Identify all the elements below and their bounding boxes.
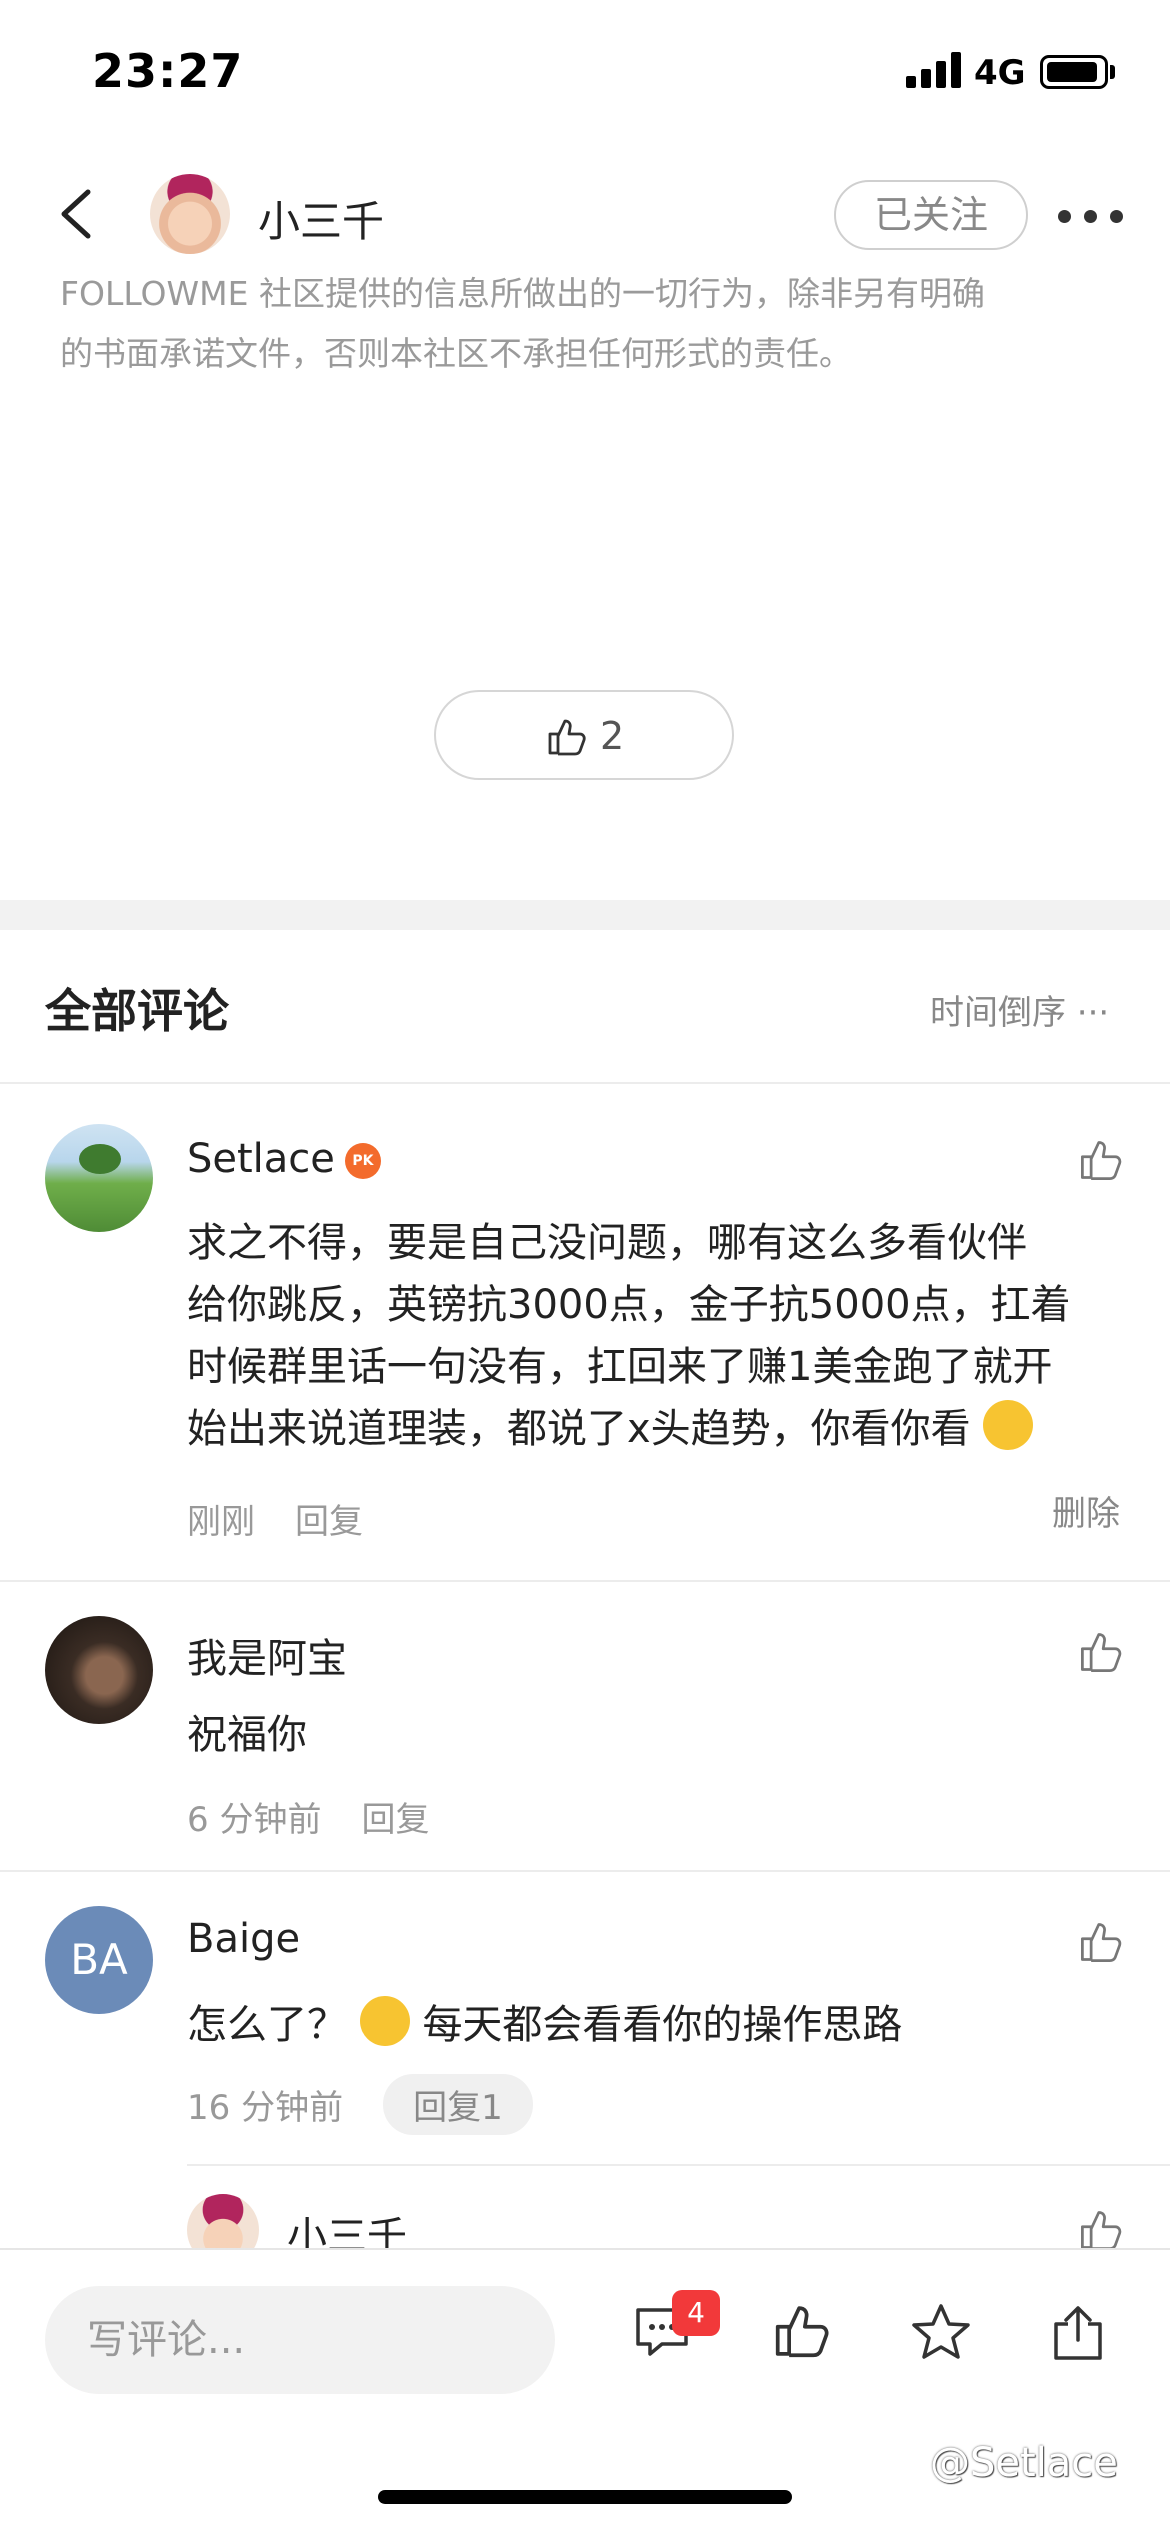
comment-divider	[0, 1870, 1170, 1872]
comment-meta: 16 分钟前 回复1	[187, 2074, 573, 2135]
comment-time: 6 分钟前	[187, 1800, 322, 1840]
share-icon[interactable]	[1050, 2302, 1106, 2362]
post-like-count: 2	[600, 714, 625, 758]
like-icon[interactable]	[772, 2302, 832, 2360]
comment-line: 给你跳反，英镑抗3000点，金子抗5000点，扛着	[187, 1282, 1071, 1328]
disclaimer-line-1: FOLLOWME 社区提供的信息所做出的一切行为，除非另有明确	[60, 274, 985, 313]
header-divider	[0, 1082, 1170, 1084]
comment-time: 16 分钟前	[187, 2088, 344, 2128]
comment-count-badge: 4	[672, 2290, 720, 2336]
favorite-star-icon[interactable]	[910, 2302, 972, 2362]
status-bar: 23:27 4G	[0, 0, 1170, 150]
comment-time: 刚刚	[187, 1502, 255, 1542]
status-time: 23:27	[92, 44, 244, 98]
delete-button[interactable]: 删除	[1052, 1486, 1120, 1535]
comment-body: 祝福你	[187, 1712, 307, 1758]
pk-badge-icon: PK	[344, 1143, 381, 1179]
reply-count-button[interactable]: 回复1	[383, 2074, 533, 2135]
kiss-emoji-icon	[983, 1400, 1034, 1450]
nav-bar: 小三千 已关注	[0, 160, 1170, 270]
commenter-name-text: Setlace	[187, 1136, 335, 1182]
comment-text: 怎么了？	[187, 2002, 347, 2048]
watermark: @Setlace	[930, 2440, 1118, 2486]
reply-button[interactable]: 回复	[295, 1502, 363, 1542]
battery-icon	[1040, 55, 1108, 89]
comment-body: 求之不得，要是自己没问题，哪有这么多看伙伴 给你跳反，英镑抗3000点，金子抗5…	[187, 1212, 1127, 1460]
commenter-name[interactable]: 我是阿宝	[187, 1626, 347, 1684]
comment-line: 时候群里话一句没有，扛回来了赚1美金跑了就开	[187, 1344, 1053, 1390]
commenter-name[interactable]: Setlace PK	[187, 1136, 381, 1182]
commenter-name[interactable]: Baige	[187, 1916, 300, 1962]
comment-body: 怎么了？ 每天都会看看你的操作思路	[187, 1994, 1127, 2056]
sort-order-button[interactable]: 时间倒序 ···	[930, 985, 1109, 1034]
follow-button[interactable]: 已关注	[834, 180, 1028, 250]
thumbs-up-icon[interactable]	[1078, 2208, 1124, 2248]
author-name[interactable]: 小三千	[258, 188, 384, 249]
thumbs-up-icon[interactable]	[1078, 1630, 1124, 1674]
comments-title: 全部评论	[45, 984, 229, 1038]
thumbs-up-icon	[548, 719, 586, 756]
network-type: 4G	[974, 53, 1026, 93]
comment-meta: 6 分钟前 回复	[187, 1792, 469, 1841]
commenter-avatar[interactable]	[45, 1124, 153, 1232]
comment-text: 每天都会看看你的操作思路	[422, 2002, 903, 2048]
author-avatar[interactable]	[150, 174, 230, 254]
more-icon[interactable]	[1058, 210, 1124, 224]
disclaimer-line-2: 的书面承诺文件，否则本社区不承担任何形式的责任。	[60, 334, 852, 373]
commenter-avatar[interactable]: BA	[45, 1906, 153, 2014]
signal-icon	[906, 52, 962, 88]
battery-tip	[1110, 65, 1115, 79]
thumbs-up-icon[interactable]	[1078, 1920, 1124, 1964]
home-indicator	[378, 2490, 792, 2504]
post-like-button[interactable]: 2	[434, 690, 734, 780]
back-icon[interactable]	[50, 184, 110, 244]
comment-line: 求之不得，要是自己没问题，哪有这么多看伙伴	[187, 1220, 1027, 1266]
comment-input[interactable]: 写评论...	[45, 2286, 555, 2394]
disclaimer-text: FOLLOWME 社区提供的信息所做出的一切行为，除非另有明确 的书面承诺文件，…	[60, 270, 1120, 384]
comment-line: 始出来说道理装，都说了x头趋势，你看你看	[187, 1398, 1127, 1460]
reply-button[interactable]: 回复	[361, 1800, 429, 1840]
comment-meta: 刚刚 回复	[187, 1494, 403, 1543]
crying-emoji-icon	[359, 1996, 410, 2046]
comment-divider	[0, 1580, 1170, 1582]
commenter-name[interactable]: 小三千	[287, 2204, 407, 2248]
disclaimer-clip: FOLLOWME 社区提供的信息所做出的一切行为，除非另有明确 的书面承诺文件，…	[0, 270, 1170, 390]
comment-line-text: 始出来说道理装，都说了x头趋势，你看你看	[187, 1406, 971, 1452]
screen: 23:27 4G 小三千 已关注 FOLLOWME 社区提供的信息所做出的一切行…	[0, 0, 1170, 2532]
commenter-avatar[interactable]	[45, 1616, 153, 1724]
commenter-avatar[interactable]	[187, 2194, 259, 2248]
thumbs-up-icon[interactable]	[1078, 1138, 1124, 1182]
section-divider	[0, 900, 1170, 930]
reply-item: 小三千	[0, 2164, 1170, 2248]
